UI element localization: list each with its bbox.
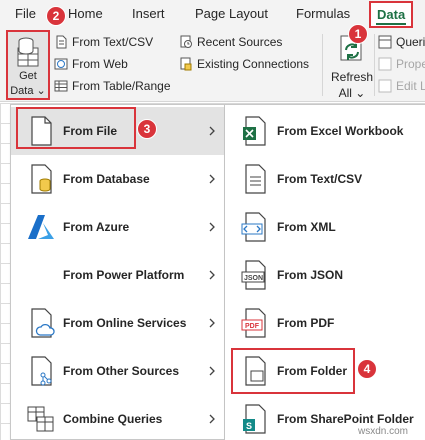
- menu-item-from-json[interactable]: JSON From JSON: [225, 251, 425, 299]
- menu-item-label: From Other Sources: [63, 364, 180, 378]
- menu-item-label: From Excel Workbook: [277, 124, 404, 138]
- tab-home[interactable]: Home: [68, 6, 103, 21]
- tab-data-label: Data: [377, 7, 406, 22]
- pdf-file-icon: PDF: [241, 308, 266, 338]
- menu-item-label: From XML: [277, 220, 336, 234]
- menu-item-label: Combine Queries: [63, 412, 163, 426]
- chevron-right-icon: [209, 414, 215, 424]
- get-data-menu: From File From Database From Azure From …: [10, 104, 225, 440]
- ribbon-separator: [374, 34, 375, 96]
- chevron-right-icon: [209, 318, 215, 328]
- step-badge-4: 4: [357, 359, 377, 379]
- menu-item-from-excel-workbook[interactable]: From Excel Workbook: [225, 107, 425, 155]
- queries-icon: [378, 35, 392, 49]
- menu-item-from-database[interactable]: From Database: [11, 155, 224, 203]
- recent-sources-icon: [180, 35, 192, 48]
- queries-connections-button[interactable]: Queri: [378, 33, 425, 51]
- other-sources-icon: [31, 356, 52, 386]
- excel-workbook-icon: [243, 116, 266, 146]
- combine-queries-icon: [27, 406, 54, 432]
- existing-connections-button[interactable]: Existing Connections: [179, 55, 309, 73]
- menu-item-from-text-csv[interactable]: From Text/CSV: [225, 155, 425, 203]
- globe-icon: [54, 58, 68, 70]
- menu-item-label: From Azure: [63, 220, 130, 234]
- get-data-label-line2: Data ⌄: [10, 85, 46, 97]
- from-text-csv-label: From Text/CSV: [72, 35, 154, 49]
- json-file-icon: JSON: [241, 260, 266, 290]
- queries-label: Queri: [396, 35, 425, 49]
- menu-item-combine-queries[interactable]: Combine Queries: [11, 395, 224, 440]
- from-folder-highlight: [231, 348, 355, 394]
- tab-file[interactable]: File: [15, 6, 36, 21]
- menu-item-label: From JSON: [277, 268, 344, 282]
- from-web-button[interactable]: From Web: [54, 55, 128, 73]
- chevron-right-icon: [209, 366, 215, 376]
- xml-file-icon: [241, 212, 266, 242]
- sharepoint-folder-icon: S: [243, 404, 266, 434]
- database-icon: [31, 164, 52, 194]
- refresh-label-line1: Refresh: [330, 70, 374, 84]
- text-csv-icon: [245, 164, 266, 194]
- properties-icon: [378, 57, 392, 71]
- azure-icon: [28, 215, 54, 239]
- chevron-right-icon: [209, 174, 215, 184]
- tab-formulas[interactable]: Formulas: [296, 6, 350, 21]
- properties-button[interactable]: Prope: [378, 55, 425, 73]
- recent-sources-label: Recent Sources: [197, 35, 283, 49]
- recent-sources-button[interactable]: Recent Sources: [179, 33, 282, 51]
- step-badge-2: 2: [46, 6, 66, 26]
- svg-text:S: S: [246, 421, 252, 431]
- step-badge-3: 3: [137, 119, 157, 139]
- edit-links-icon: [378, 79, 392, 93]
- menu-item-from-xml[interactable]: From XML: [225, 203, 425, 251]
- chevron-right-icon: [209, 126, 215, 136]
- menu-item-from-online-services[interactable]: From Online Services: [11, 299, 224, 347]
- menu-item-label: From Text/CSV: [277, 172, 363, 186]
- table-icon: [54, 80, 68, 92]
- svg-text:PDF: PDF: [245, 323, 260, 330]
- svg-text:JSON: JSON: [244, 275, 263, 282]
- from-text-csv-button[interactable]: From Text/CSV: [54, 33, 153, 51]
- menu-item-label: From Database: [63, 172, 150, 186]
- menu-item-label: From Power Platform: [63, 268, 185, 282]
- menu-item-from-azure[interactable]: From Azure: [11, 203, 224, 251]
- edit-links-label: Edit Li: [396, 79, 425, 93]
- from-table-range-label: From Table/Range: [72, 79, 171, 93]
- get-data-button[interactable]: Get Data ⌄: [6, 30, 50, 100]
- get-data-label-line1: Get: [19, 70, 37, 82]
- watermark: wsxdn.com: [358, 426, 409, 437]
- existing-connections-label: Existing Connections: [197, 57, 310, 71]
- chevron-right-icon: [209, 222, 215, 232]
- menu-item-label: From Online Services: [63, 316, 187, 330]
- chevron-right-icon: [209, 270, 215, 280]
- refresh-label-line2: All ⌄: [338, 86, 366, 100]
- ribbon-separator: [322, 34, 323, 96]
- menu-item-from-other-sources[interactable]: From Other Sources: [11, 347, 224, 395]
- online-services-icon: [31, 308, 55, 338]
- menu-item-label: From PDF: [277, 316, 335, 330]
- tab-page-layout[interactable]: Page Layout: [195, 6, 268, 21]
- step-badge-1: 1: [348, 24, 368, 44]
- from-file-highlight: [16, 107, 136, 149]
- text-file-icon: [56, 35, 67, 49]
- from-web-label: From Web: [72, 57, 128, 71]
- menu-item-from-power-platform[interactable]: From Power Platform: [11, 251, 224, 299]
- from-table-range-button[interactable]: From Table/Range: [54, 77, 171, 95]
- properties-label: Prope: [396, 57, 425, 71]
- tab-insert[interactable]: Insert: [132, 6, 165, 21]
- edit-links-button[interactable]: Edit Li: [378, 77, 425, 95]
- tab-data[interactable]: Data: [369, 1, 413, 28]
- menu-item-label: From SharePoint Folder: [277, 412, 414, 426]
- database-table-icon: [17, 37, 39, 67]
- existing-connections-icon: [180, 57, 192, 71]
- menu-item-from-pdf[interactable]: PDF From PDF: [225, 299, 425, 347]
